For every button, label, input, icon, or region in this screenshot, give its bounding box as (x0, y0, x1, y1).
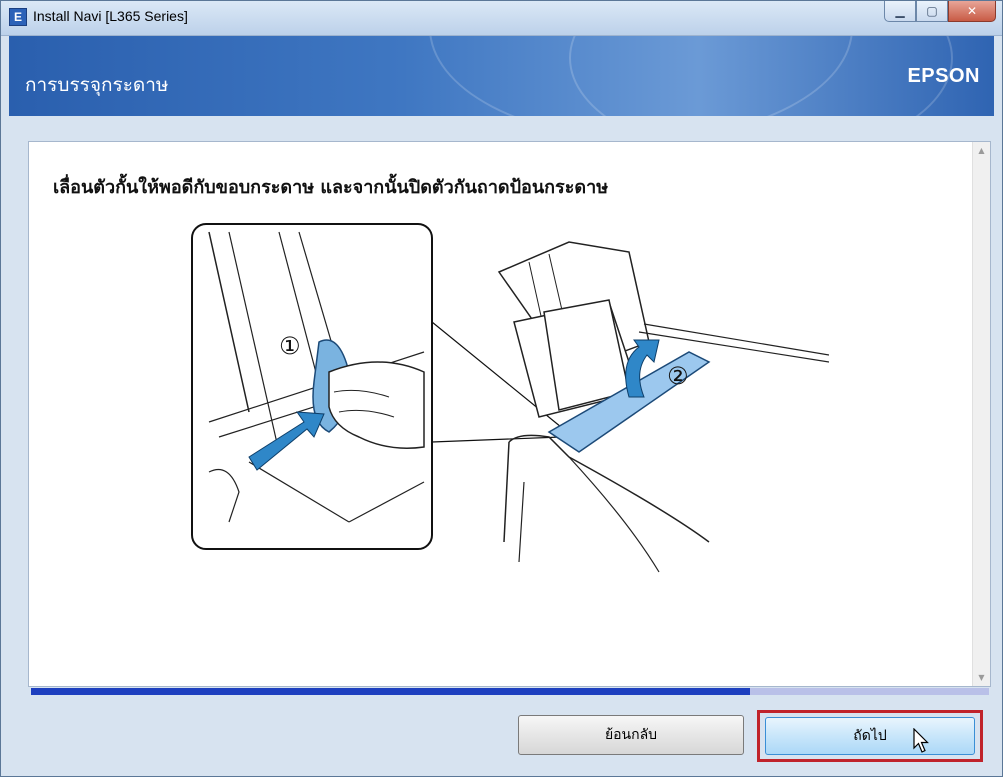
progress-bar (31, 688, 989, 695)
page-title: การบรรจุกระดาษ (25, 74, 169, 96)
installer-window: E Install Navi [L365 Series] ▁ ▢ ✕ การบร… (0, 0, 1003, 777)
next-button-highlight (757, 710, 983, 762)
header-banner: การบรรจุกระดาษ EPSON (9, 36, 994, 116)
epson-logo: EPSON (907, 65, 980, 87)
epson-app-icon: E (9, 8, 27, 26)
close-button[interactable]: ✕ (948, 1, 996, 22)
back-button[interactable]: ย้อนกลับ (518, 715, 744, 755)
printer-drawing: ② (497, 241, 829, 573)
content-panel: เลื่อนตัวกั้นให้พอดีกับขอบกระดาษ และจากน… (28, 141, 991, 687)
window-controls: ▁ ▢ ✕ (884, 1, 996, 23)
mouse-cursor-icon (913, 728, 929, 753)
step-1-marker: ① (279, 332, 301, 360)
step-2-marker: ② (667, 362, 689, 390)
progress-fill (31, 688, 750, 695)
maximize-button[interactable]: ▢ (916, 1, 948, 22)
window-title: Install Navi [L365 Series] (33, 8, 188, 24)
paper-loading-illustration: ① ② (191, 223, 829, 573)
vertical-scrollbar[interactable]: ▲ ▼ (972, 142, 990, 686)
minimize-button[interactable]: ▁ (884, 1, 916, 22)
instruction-text: เลื่อนตัวกั้นให้พอดีกับขอบกระดาษ และจากน… (53, 177, 609, 198)
title-bar: E Install Navi [L365 Series] ▁ ▢ ✕ (1, 1, 1002, 36)
minimize-icon: ▁ (895, 4, 905, 18)
scroll-up-icon[interactable]: ▲ (973, 142, 990, 159)
maximize-icon: ▢ (926, 4, 938, 18)
scroll-down-icon[interactable]: ▼ (973, 669, 990, 686)
close-icon: ✕ (966, 4, 978, 18)
paper-guide-inset: ① (191, 223, 433, 550)
